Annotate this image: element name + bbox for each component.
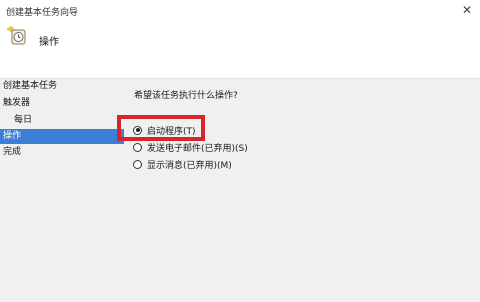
- option-send-email[interactable]: 发送电子邮件(已弃用)(S): [133, 140, 248, 154]
- page-heading: 操作: [39, 37, 59, 48]
- title-bar: 创建基本任务向导 ✕: [0, 0, 480, 22]
- task-scheduler-clock-icon: [7, 26, 26, 45]
- option-send-email-label: 发送电子邮件(已弃用)(S): [147, 143, 248, 154]
- option-start-program-label: 启动程序(T): [147, 126, 196, 137]
- wizard-header: 操作: [0, 22, 480, 78]
- close-icon[interactable]: ✕: [460, 2, 474, 18]
- radio-send-email[interactable]: [133, 142, 142, 152]
- sidebar-item-finish[interactable]: 完成: [0, 145, 124, 160]
- option-start-program[interactable]: 启动程序(T): [133, 123, 196, 137]
- wizard-steps-sidebar: 创建基本任务 触发器 每日 操作 完成: [0, 79, 124, 302]
- window-title: 创建基本任务向导: [6, 8, 79, 18]
- action-panel: 希望该任务执行什么操作? 启动程序(T) 发送电子邮件(已弃用)(S) 显示消息…: [124, 79, 480, 302]
- sidebar-item-trigger[interactable]: 触发器: [0, 96, 124, 111]
- wizard-body: 创建基本任务 触发器 每日 操作 完成 希望该任务执行什么操作? 启动程序(T)…: [0, 79, 480, 302]
- sidebar-item-daily[interactable]: 每日: [0, 113, 124, 128]
- option-display-message-label: 显示消息(已弃用)(M): [147, 160, 232, 171]
- radio-start-program[interactable]: [133, 125, 142, 135]
- sidebar-item-create-basic-task[interactable]: 创建基本任务: [0, 79, 124, 94]
- action-prompt: 希望该任务执行什么操作?: [134, 91, 238, 101]
- sidebar-item-action[interactable]: 操作: [0, 129, 124, 144]
- radio-display-message[interactable]: [133, 159, 142, 169]
- option-display-message[interactable]: 显示消息(已弃用)(M): [133, 157, 232, 171]
